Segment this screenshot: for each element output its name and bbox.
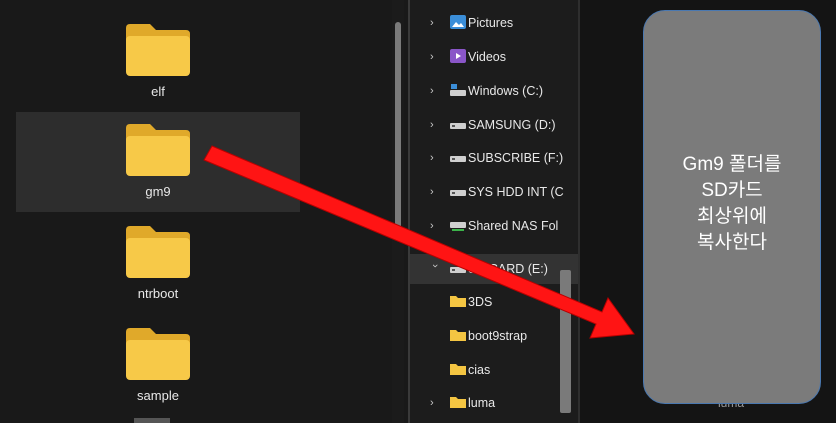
red-arrow-annotation [203,145,635,339]
